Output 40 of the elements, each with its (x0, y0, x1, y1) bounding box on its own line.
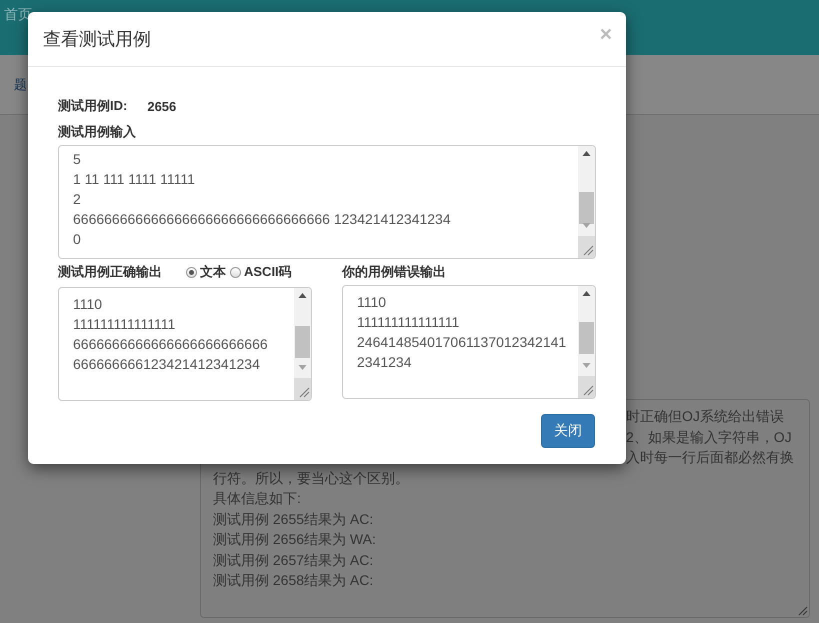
input-label: 测试用例输入 (58, 123, 137, 141)
text-line: 入时每一行后面都必然有换 (626, 448, 794, 467)
text-line: 111111111111111 (357, 313, 460, 332)
actual-output-label: 你的用例错误输出 (342, 263, 446, 281)
text-line: 111111111111111 (73, 315, 176, 334)
text-line: 测试用例 2656结果为 WA: (213, 530, 376, 549)
radio-button[interactable] (230, 266, 241, 278)
text-line: 246414854017061137012342141 (357, 333, 566, 352)
modal-title: 查看测试用例 (43, 28, 151, 51)
close-dialog-button[interactable]: 关闭 (541, 414, 595, 448)
text-line: 666666666123421412341234 (73, 355, 260, 374)
input-textarea[interactable]: 5 1 11 111 1111 11111 2 666666666666666666666666666666666 123421412341234 0 (58, 145, 596, 259)
scrollbar[interactable] (578, 146, 595, 258)
test-case-id-value: 2656 (147, 98, 176, 114)
format-radio[interactable]: 文本 (186, 263, 226, 281)
text-line: 1 11 111 1111 11111 (73, 170, 195, 189)
text-line: 2 (73, 190, 81, 209)
radio-button[interactable] (186, 266, 197, 278)
expected-output-textarea[interactable]: 1110 111111111111111 6666666666666666666666666 666666666123421412341234 (58, 287, 312, 401)
text-line: 测试用例 2658结果为 AC: (213, 571, 374, 590)
text-line: 测试用例 2657结果为 AC: (213, 550, 374, 570)
scrollbar[interactable] (294, 288, 311, 400)
text-line: 1110 (73, 295, 102, 314)
text-line: 2341234 (357, 353, 412, 372)
test-case-id-label: 测试用例ID: (58, 97, 128, 115)
text-line: 2、如果是输入字符串，OJ (626, 428, 792, 446)
expected-output-label: 测试用例正确输出 (58, 263, 162, 281)
actual-output-textarea[interactable]: 1110 111111111111111 246414854017061137012342141 2341234 (342, 285, 596, 399)
text-line: 行符。所以，要当心这个区别。 (213, 468, 409, 488)
text-line: 具体信息如下: (213, 489, 301, 508)
scrollbar[interactable] (578, 286, 595, 398)
text-line: 测试用例 2655结果为 AC: (213, 510, 374, 528)
text-line: 6666666666666666666666666 (73, 335, 268, 354)
text-line: 5 (73, 150, 81, 169)
text-line: 1110 (357, 293, 386, 312)
text-line: 666666666666666666666666666666666 123421412341234 (73, 210, 451, 229)
resize-grip-icon[interactable] (798, 606, 808, 616)
format-radio[interactable]: ASCII码 (230, 263, 292, 281)
text-line: 时正确但OJ系统给出错误 (626, 407, 784, 426)
text-line: 0 (73, 230, 81, 249)
